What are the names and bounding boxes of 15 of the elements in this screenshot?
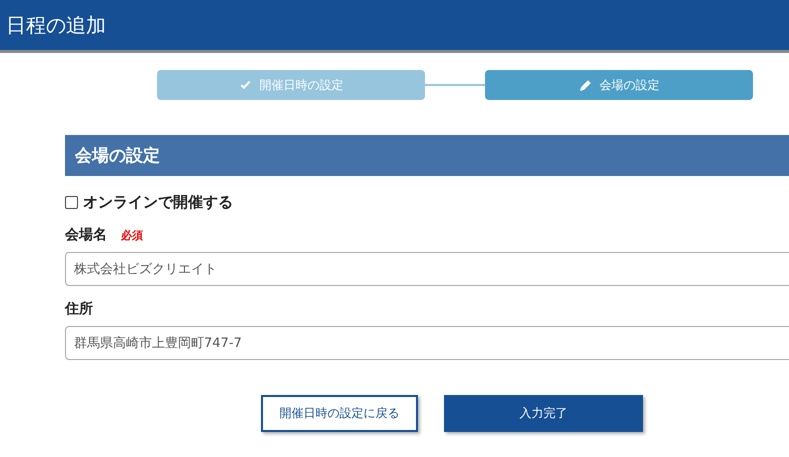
field-label: 住所 [65, 300, 93, 318]
section-header: 会場の設定 [65, 135, 789, 176]
required-label: 必須 [121, 228, 143, 243]
step-label: 会場の設定 [600, 76, 660, 94]
checkbox-label: オンラインで開催する [83, 193, 233, 212]
step-label: 開催日時の設定 [260, 76, 344, 94]
back-button[interactable]: 開催日時の設定に戻る [261, 395, 418, 432]
text-field[interactable]: 群馬県高崎市上豊岡町747-7 [65, 326, 789, 360]
check-icon [238, 78, 252, 92]
page-title: 日程の追加 [6, 12, 106, 38]
text-field[interactable]: 株式会社ビズクリエイト [65, 252, 789, 286]
checkbox[interactable] [65, 196, 78, 209]
submit-button[interactable]: 入力完了 [444, 395, 643, 432]
field-label: 会場名 [65, 226, 107, 244]
pencil-icon [578, 78, 592, 92]
